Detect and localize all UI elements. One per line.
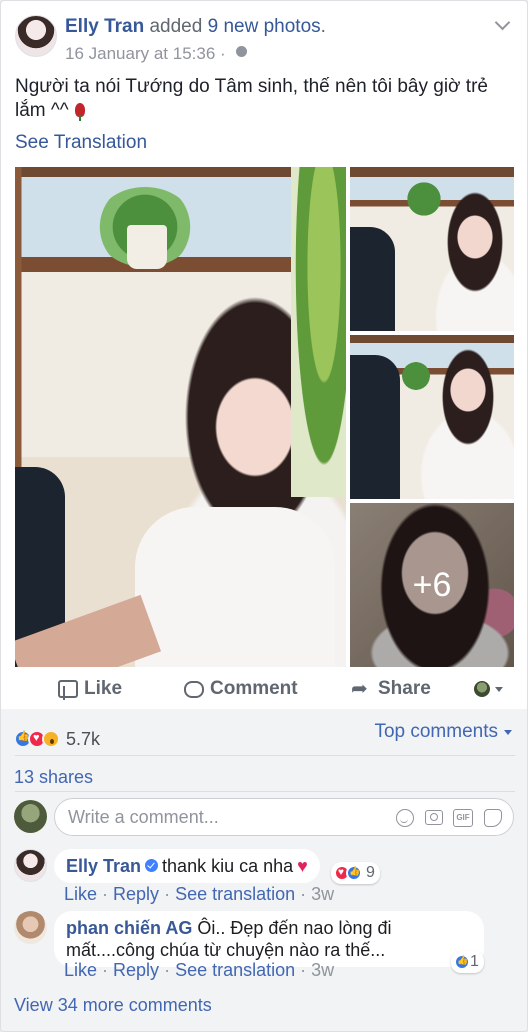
photo-thumb-more[interactable]: +6 bbox=[350, 503, 514, 667]
comment-icon bbox=[184, 680, 204, 698]
photo-man bbox=[350, 355, 400, 499]
photo-plant bbox=[400, 181, 448, 217]
action-bar: Like Comment Share bbox=[1, 673, 527, 705]
gif-icon[interactable]: GIF bbox=[453, 809, 473, 827]
view-more-comments-link[interactable]: View 34 more comments bbox=[14, 995, 212, 1016]
rose-emoji-icon bbox=[74, 103, 85, 121]
see-translation-link[interactable]: See Translation bbox=[15, 131, 147, 155]
comment-item: phan chiến AG Ôi.. Đẹp đến nao lòng đi m… bbox=[14, 911, 514, 987]
share-icon bbox=[351, 676, 372, 701]
share-label: Share bbox=[378, 678, 431, 699]
comment-text: thank kiu ca nha bbox=[162, 856, 294, 876]
photo-plant bbox=[396, 361, 436, 391]
chevron-down-icon bbox=[504, 729, 512, 735]
comment-bubble: Elly Tran thank kiu ca nha ♥ bbox=[54, 849, 320, 883]
like-reaction-icon bbox=[346, 865, 362, 881]
viewer-avatar bbox=[14, 800, 47, 833]
meta-separator: · bbox=[215, 44, 231, 63]
commenter-name[interactable]: Elly Tran bbox=[66, 856, 141, 876]
commenter-name[interactable]: phan chiến AG bbox=[66, 918, 192, 938]
photo-pot bbox=[127, 225, 167, 269]
post-text: Người ta nói Tướng do Tâm sinh, thế nên … bbox=[15, 75, 515, 123]
commenter-avatar[interactable] bbox=[14, 849, 47, 882]
photo-thumb-1[interactable] bbox=[350, 167, 514, 331]
comment-button[interactable]: Comment bbox=[184, 673, 298, 705]
photo-dress bbox=[135, 507, 335, 667]
comment-sort-dropdown[interactable]: Top comments bbox=[374, 721, 512, 743]
camera-icon[interactable] bbox=[425, 810, 443, 825]
comment-input[interactable] bbox=[68, 807, 368, 828]
wow-reaction-icon bbox=[42, 730, 60, 748]
author-name[interactable]: Elly Tran bbox=[65, 16, 144, 37]
comment-time[interactable]: 3w bbox=[311, 884, 334, 904]
action-suffix: . bbox=[320, 16, 326, 37]
share-button[interactable]: Share bbox=[351, 673, 431, 705]
like-icon bbox=[58, 680, 78, 700]
commenter-avatar[interactable] bbox=[14, 911, 47, 944]
post-meta: 16 January at 15:36 · bbox=[65, 42, 248, 66]
action-text: added bbox=[144, 16, 208, 37]
post-text-content: Người ta nói Tướng do Tâm sinh, thế nên … bbox=[15, 76, 488, 121]
comment-actions: Like · Reply · See translation · 3w bbox=[64, 960, 335, 980]
comment-reaction-count: 9 bbox=[366, 864, 375, 881]
comment-item: Elly Tran thank kiu ca nha♥ 9 Like·Reply·… bbox=[14, 849, 514, 909]
sticker-icon[interactable] bbox=[484, 809, 502, 827]
emoji-icon[interactable] bbox=[396, 809, 414, 827]
shares-link[interactable]: 13 shares bbox=[14, 767, 93, 788]
like-reaction-icon bbox=[454, 954, 470, 970]
globe-icon[interactable] bbox=[236, 46, 248, 57]
post-timestamp[interactable]: 16 January at 15:36 bbox=[65, 44, 215, 63]
comment-reaction-badge[interactable]: 9 bbox=[331, 862, 380, 884]
comment-reply-link[interactable]: Reply bbox=[113, 884, 159, 904]
comment-time[interactable]: 3w bbox=[311, 960, 334, 980]
divider bbox=[15, 791, 515, 792]
comment-bubble: phan chiến AG Ôi.. Đẹp đến nao lòng đi m… bbox=[54, 911, 484, 967]
divider bbox=[15, 755, 515, 756]
post-card: Elly Tran added 9 new photos. 16 January… bbox=[0, 0, 528, 1032]
photo-man bbox=[350, 227, 395, 331]
viewer-avatar bbox=[474, 681, 490, 697]
comment-sort-label: Top comments bbox=[374, 721, 498, 742]
photos-link[interactable]: 9 new photos bbox=[208, 16, 321, 37]
comment-label: Comment bbox=[210, 678, 298, 699]
verified-icon bbox=[145, 859, 159, 872]
comment-composer[interactable]: GIF bbox=[54, 798, 514, 836]
photo-main[interactable] bbox=[15, 167, 346, 667]
chevron-down-icon bbox=[495, 687, 503, 692]
page-selector[interactable] bbox=[474, 679, 506, 699]
comment-reaction-badge[interactable]: 1 bbox=[451, 951, 484, 973]
heart-emoji-icon: ♥ bbox=[297, 856, 308, 876]
photo-thumb-2[interactable] bbox=[350, 335, 514, 499]
comment-reply-link[interactable]: Reply bbox=[113, 960, 159, 980]
feedback-section: 5.7k Top comments 13 shares GIF Elly Tra… bbox=[1, 709, 527, 1031]
chevron-down-icon[interactable] bbox=[493, 15, 513, 35]
comment-see-translation-link[interactable]: See translation bbox=[175, 884, 295, 904]
reactions-summary[interactable]: 5.7k bbox=[14, 729, 100, 749]
like-label: Like bbox=[84, 678, 123, 699]
post-header: Elly Tran added 9 new photos. bbox=[65, 15, 326, 39]
comment-like-link[interactable]: Like bbox=[64, 960, 97, 980]
more-photos-count[interactable]: +6 bbox=[350, 503, 514, 667]
like-button[interactable]: Like bbox=[58, 673, 122, 705]
comment-actions: Like · Reply · See translation · 3w bbox=[64, 884, 335, 904]
comment-like-link[interactable]: Like bbox=[64, 884, 97, 904]
photo-plant-leaf bbox=[291, 167, 346, 497]
comment-reaction-count: 1 bbox=[470, 953, 479, 970]
comment-see-translation-link[interactable]: See translation bbox=[175, 960, 295, 980]
author-avatar[interactable] bbox=[15, 15, 57, 57]
reaction-count: 5.7k bbox=[66, 728, 101, 749]
